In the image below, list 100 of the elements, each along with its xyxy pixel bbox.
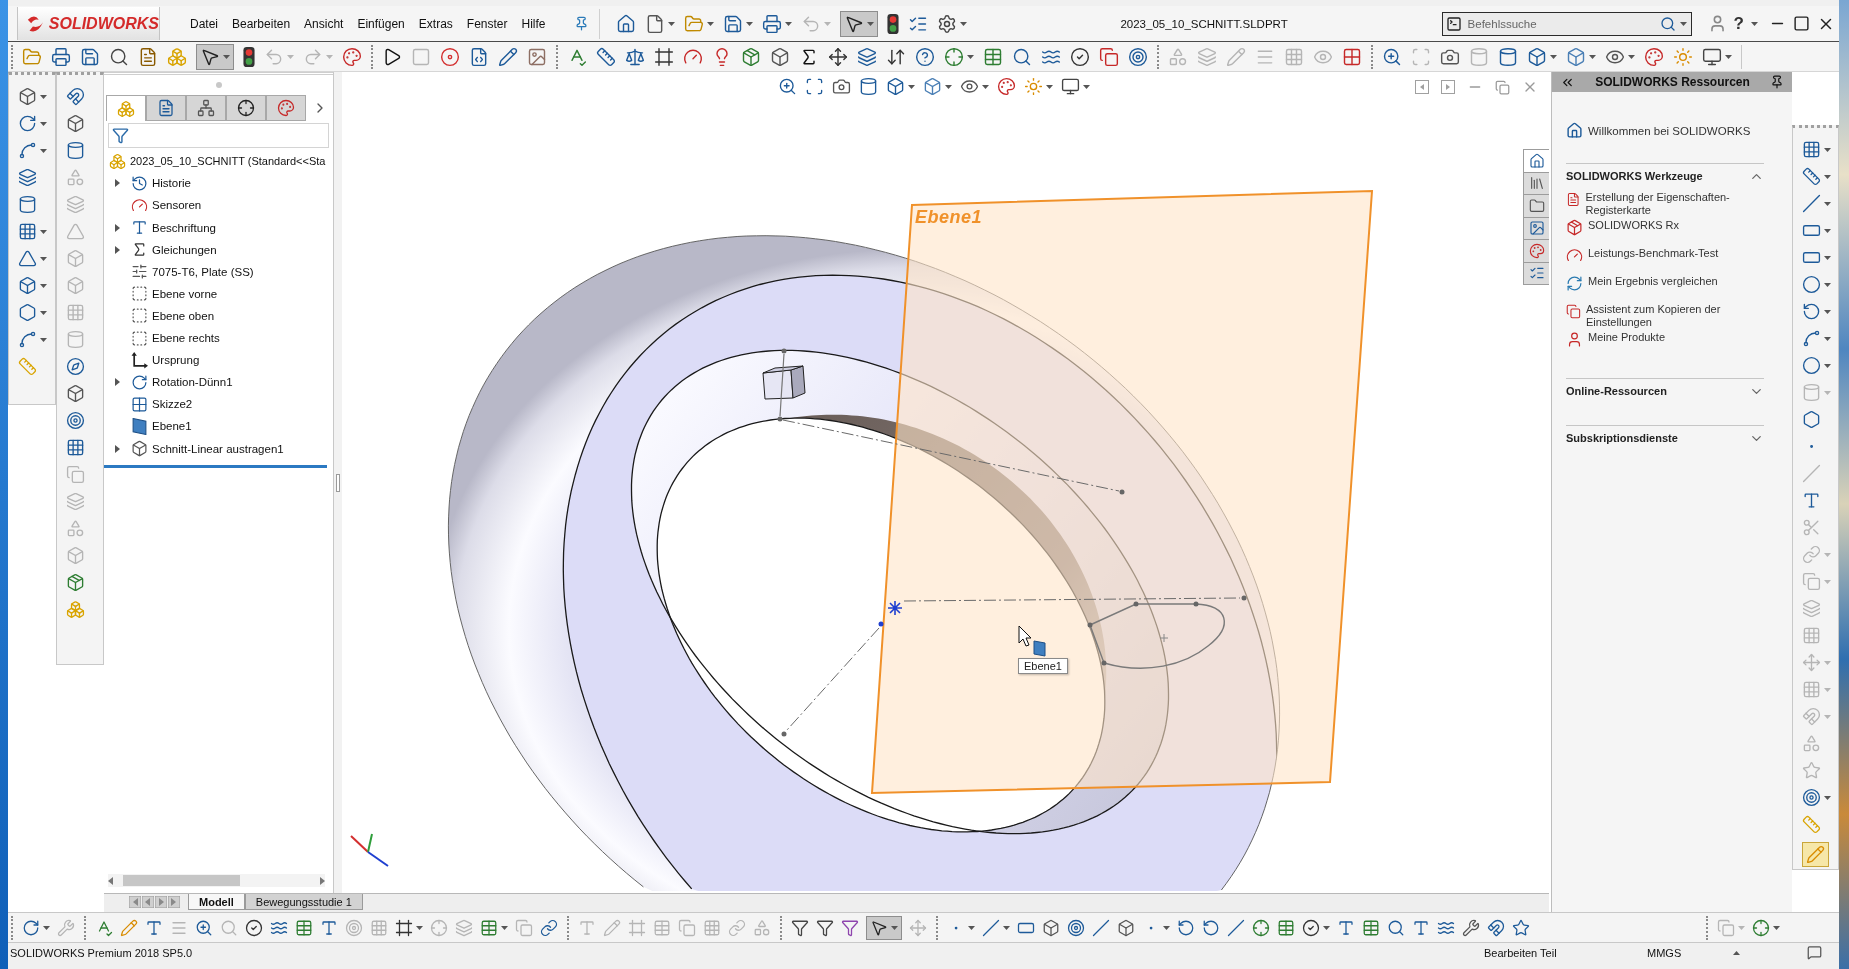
rollback-bar[interactable] [104,465,327,469]
caret-icon[interactable] [1824,795,1831,800]
caret-icon[interactable] [1824,363,1831,368]
folder-icon[interactable] [22,46,42,67]
box-arrow-right-icon[interactable] [1441,80,1455,94]
target-icon[interactable] [66,411,85,430]
caret-icon[interactable] [967,54,974,59]
circle-icon[interactable] [1802,275,1821,294]
drag-handle[interactable] [215,82,222,88]
menu-item[interactable]: Fenster [460,13,514,34]
centerline[interactable] [903,597,1241,602]
filter-icon[interactable] [816,918,834,937]
cylinder-icon[interactable] [1498,46,1518,67]
caret-left-icon[interactable] [108,876,113,885]
line-icon[interactable] [982,918,1000,937]
caret-icon[interactable] [416,925,423,930]
restore-icon[interactable] [1495,79,1510,95]
printer-icon[interactable] [51,46,71,67]
cube-icon[interactable] [770,46,790,67]
play-icon[interactable] [382,46,402,67]
sketch-point[interactable] [781,348,787,354]
palette-icon[interactable] [997,77,1016,96]
squares-icon[interactable] [1099,46,1119,67]
caret-icon[interactable] [40,283,47,288]
caret-icon[interactable] [891,925,898,930]
magnifier-icon[interactable] [1012,46,1032,67]
link-icon[interactable] [540,918,558,937]
spline-icon[interactable] [18,330,37,349]
task-pane-tab[interactable] [1523,194,1549,218]
cube-icon[interactable] [886,77,905,96]
tree-item[interactable]: 7075-T6, Plate (SS) [131,263,254,281]
cube-icon[interactable] [18,276,37,295]
sketch-line[interactable] [779,353,785,417]
rotate-icon[interactable] [1802,302,1821,321]
camera-icon[interactable] [832,77,851,96]
tree-item[interactable]: Gleichungen [131,241,217,259]
image-icon[interactable] [527,46,547,67]
caret-right-icon[interactable] [115,444,120,453]
zoom-icon[interactable] [195,918,213,937]
letter-t-icon[interactable] [1802,491,1821,510]
caret-icon[interactable] [945,84,952,89]
section-header[interactable]: Online-Ressourcen [1566,379,1764,403]
magnet-icon[interactable] [1487,918,1505,937]
caret-icon[interactable] [667,21,675,26]
help-button[interactable]: ? [1733,15,1744,32]
caret-icon[interactable] [223,54,230,59]
caret-icon[interactable] [40,148,47,153]
sketch-point[interactable] [781,731,787,737]
disc-icon[interactable] [440,46,460,67]
caret-icon[interactable] [1550,54,1557,59]
hexagon-icon[interactable] [1802,410,1821,429]
cube-icon[interactable] [923,77,942,96]
tree-item[interactable]: Ebene oben [131,307,215,325]
magnet-icon[interactable] [66,87,85,106]
caret-icon[interactable] [40,256,47,261]
sketch-point[interactable] [1119,489,1125,495]
section-header[interactable]: Subskriptionsdienste [1566,426,1764,450]
table-icon[interactable] [1277,918,1295,937]
caret-icon[interactable] [43,925,50,930]
tree-item[interactable]: 2023_05_10_SCHNITT (Standard<<Sta [109,152,326,170]
task-pane-tab[interactable] [1523,239,1549,263]
search-icon[interactable] [1659,15,1676,32]
line-icon[interactable] [1802,194,1821,213]
caret-icon[interactable] [1589,54,1596,59]
caret-icon[interactable] [959,21,967,26]
check-circle-icon[interactable] [1070,46,1090,67]
rotate-icon[interactable] [22,918,40,937]
tool-button[interactable] [839,10,878,37]
caret-icon[interactable] [40,94,47,99]
rotate-icon[interactable] [18,114,37,133]
caret-icon[interactable] [1824,228,1831,233]
caret-icon[interactable] [1628,54,1635,59]
menu-item[interactable]: Bearbeiten [226,13,297,34]
package-icon[interactable] [66,573,85,592]
tab[interactable]: Modell [188,894,245,910]
caret-icon[interactable] [40,229,47,234]
cylinder-icon[interactable] [18,195,37,214]
cube-icon[interactable] [1042,918,1060,937]
target-icon[interactable] [1067,918,1085,937]
caret-icon[interactable] [866,21,874,26]
menu-item[interactable]: Hilfe [515,13,552,34]
grid-icon[interactable] [66,438,85,457]
splitter-handle[interactable] [336,473,340,492]
caret-icon[interactable] [40,337,47,342]
target-icon[interactable] [1128,46,1148,67]
tree-item[interactable]: Rotation-Dünn1 [131,373,233,391]
menu-item[interactable]: Datei [184,13,224,34]
caret-icon[interactable] [1751,21,1758,26]
caret-icon[interactable] [1824,309,1831,314]
magnifier-icon[interactable] [1387,918,1405,937]
status-text[interactable]: MMGS [1647,946,1682,959]
sketch-point[interactable] [1087,622,1093,628]
monitor-icon[interactable] [1702,46,1722,67]
question-icon[interactable] [915,46,935,67]
caret-icon[interactable] [1323,925,1330,930]
caret-right-icon[interactable] [320,876,325,885]
ruler-icon[interactable] [1802,167,1821,186]
cube-icon[interactable] [66,384,85,403]
letter-t-icon[interactable] [145,918,163,937]
sketch-point[interactable] [1133,601,1139,607]
